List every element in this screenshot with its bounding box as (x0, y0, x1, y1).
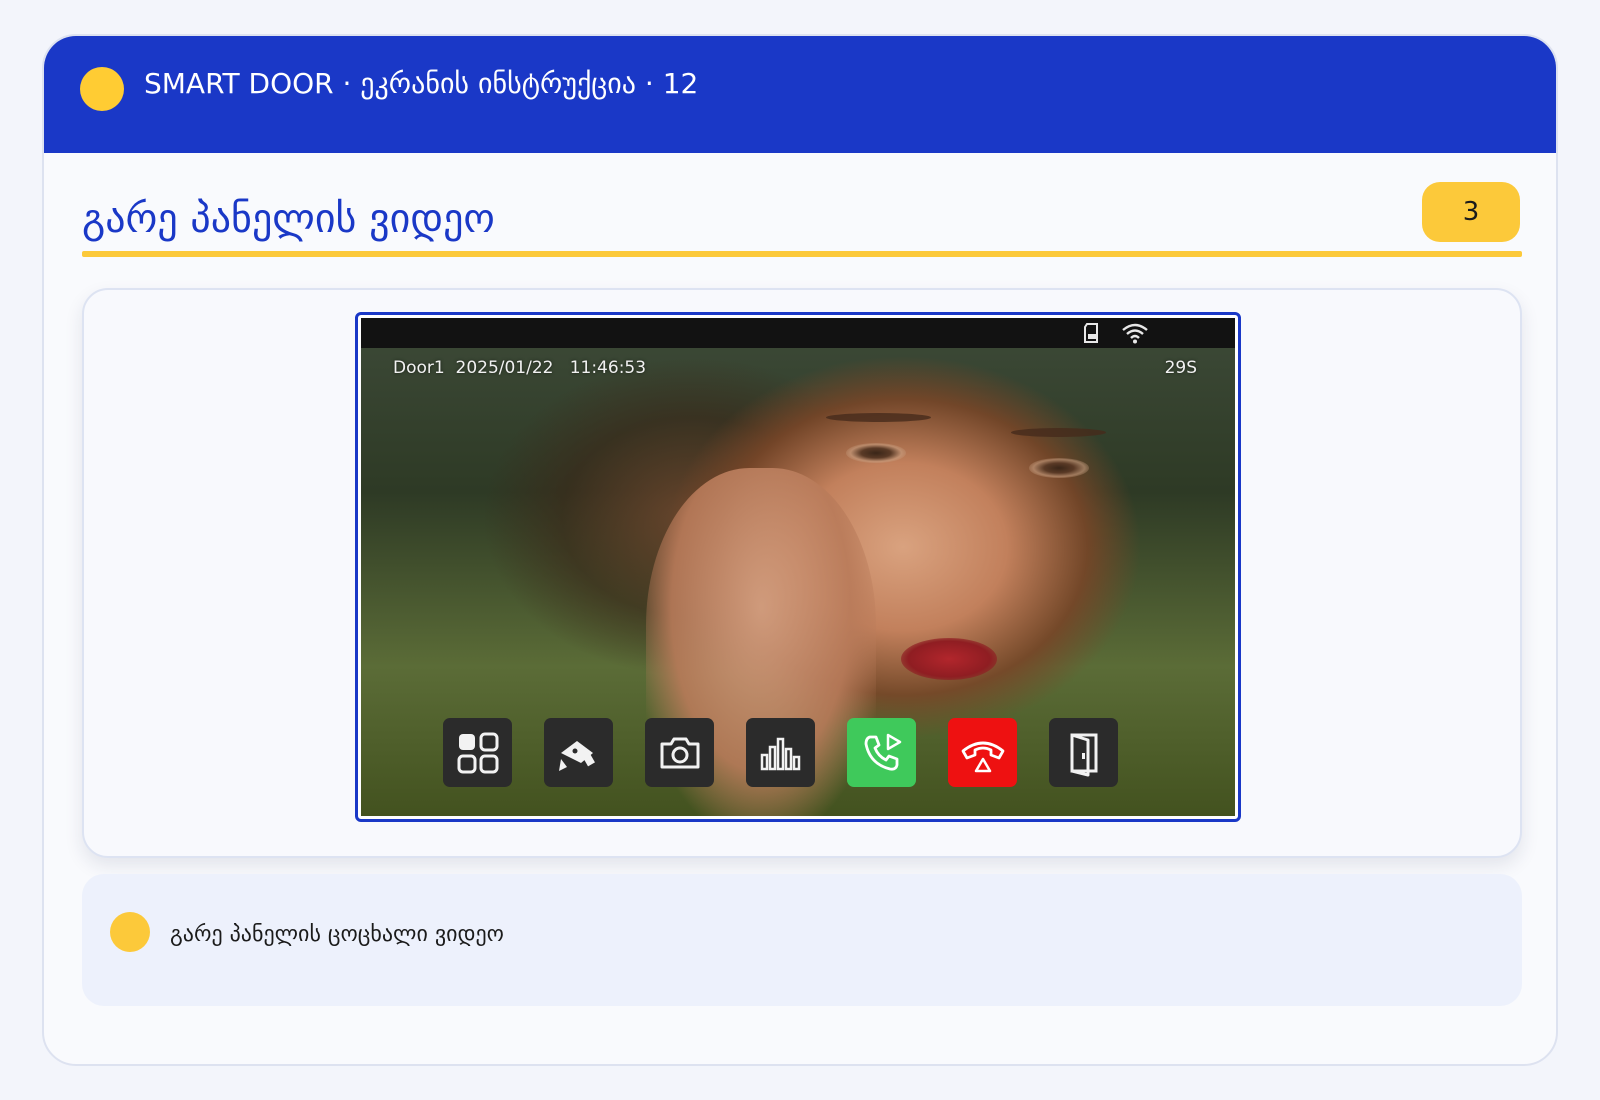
section-title: გარე პანელის ვიდეო (82, 196, 495, 242)
caption-box: გარე პანელის ცოცხალი ვიდეო (82, 874, 1522, 1006)
camera-icon (660, 737, 699, 768)
wifi-icon (1122, 323, 1148, 344)
osd-door-datetime: Door1 2025/01/22 11:46:53 (393, 358, 647, 378)
header-dot-icon (80, 67, 124, 111)
volume-bars-icon (760, 737, 800, 770)
video-subject-brow (1011, 428, 1106, 437)
phone-answer-icon (864, 733, 901, 771)
video-subject-brow (826, 413, 931, 422)
snapshot-button[interactable] (645, 718, 714, 787)
volume-button[interactable] (746, 718, 815, 787)
sd-card-icon (1084, 323, 1098, 343)
caption-bullet-icon (110, 912, 150, 952)
header-title: SMART DOOR · ეკრანის ინსტრუქცია · 12 (144, 67, 699, 100)
caption-text: გარე პანელის ცოცხალი ვიდეო (170, 922, 504, 947)
unlock-door-button[interactable] (1049, 718, 1118, 787)
camera-switch-button[interactable] (544, 718, 613, 787)
header-bar: SMART DOOR · ეკრანის ინსტრუქცია · 12 (44, 36, 1556, 153)
grid-icon (457, 732, 498, 773)
video-subject-eye (1029, 458, 1089, 478)
live-video-screen: Door1 2025/01/22 11:46:53 29S (361, 318, 1235, 816)
screenshot-panel: Door1 2025/01/22 11:46:53 29S (82, 288, 1522, 858)
door-icon (1070, 733, 1097, 776)
osd-countdown-timer: 29S (1164, 358, 1197, 378)
cctv-camera-icon (558, 740, 595, 771)
video-subject-eye (846, 443, 906, 463)
title-underline (82, 251, 1522, 257)
hangup-button[interactable] (948, 718, 1017, 787)
status-bar (361, 318, 1235, 348)
video-subject-lips (901, 638, 997, 680)
call-control-bar (443, 718, 1118, 788)
monitor-screen-frame: Door1 2025/01/22 11:46:53 29S (355, 312, 1241, 822)
page-number-badge: 3 (1422, 182, 1520, 242)
answer-button[interactable] (847, 718, 916, 787)
instruction-card: SMART DOOR · ეკრანის ინსტრუქცია · 12 გარ… (42, 34, 1558, 1066)
menu-button[interactable] (443, 718, 512, 787)
phone-hangup-icon (961, 741, 1004, 772)
